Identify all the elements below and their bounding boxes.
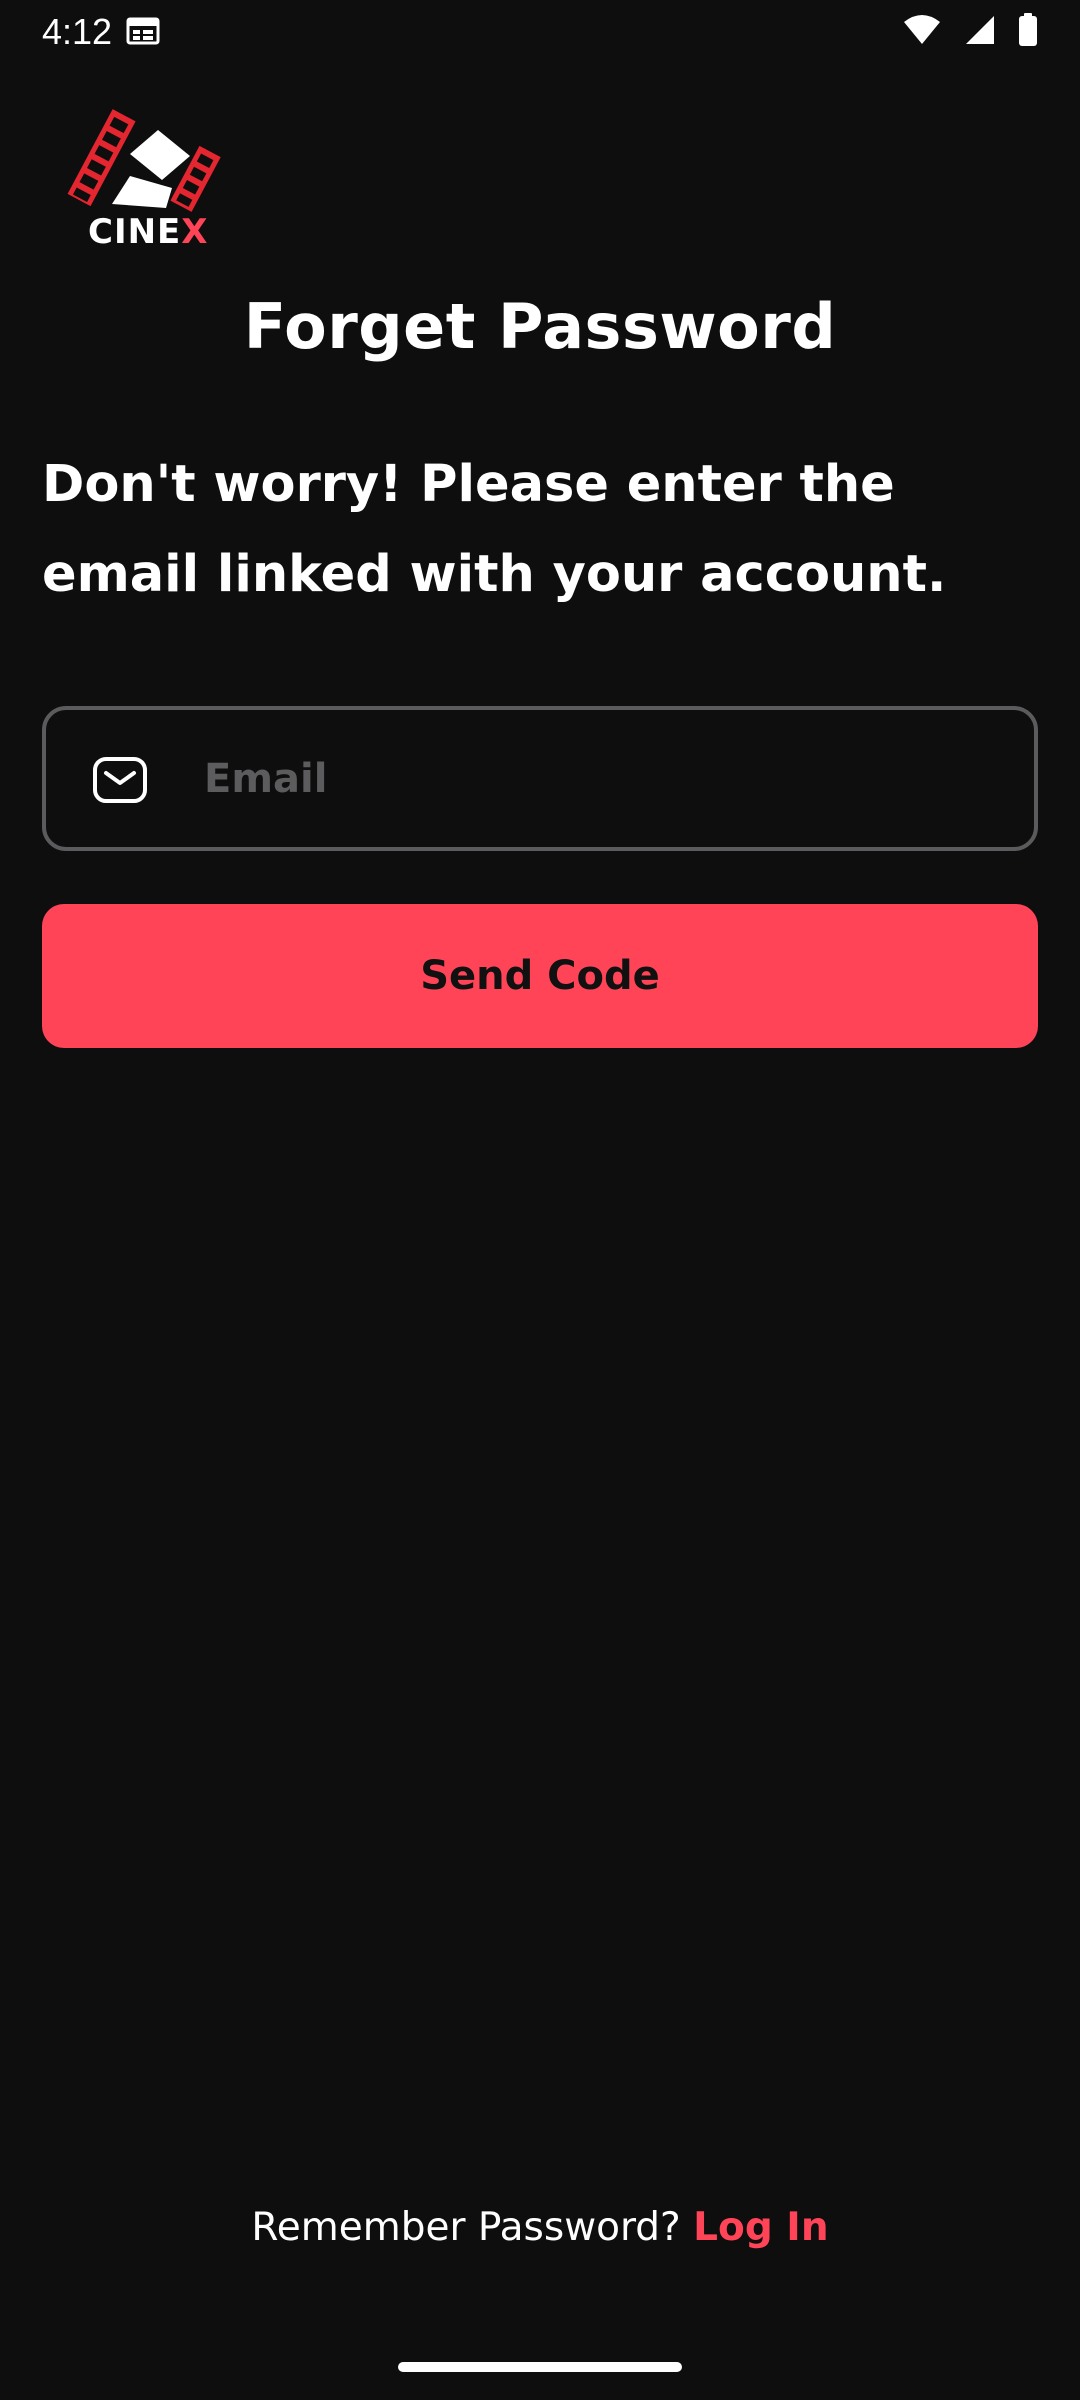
login-link[interactable]: Log In bbox=[693, 2205, 828, 2250]
instructions-text: Don't worry! Please enter the email link… bbox=[42, 440, 1022, 620]
instructions-line-2: email linked with your account. bbox=[42, 545, 947, 604]
home-indicator[interactable] bbox=[398, 2362, 682, 2372]
wifi-icon bbox=[902, 14, 942, 50]
page-title: Forget Password bbox=[243, 290, 837, 363]
mail-icon bbox=[92, 751, 148, 807]
email-input[interactable] bbox=[204, 710, 1034, 847]
status-right bbox=[902, 13, 1038, 51]
email-field[interactable] bbox=[42, 706, 1038, 851]
status-time: 4:12 bbox=[42, 11, 113, 52]
status-bar: 4:12 bbox=[0, 0, 1080, 64]
send-code-button[interactable]: Send Code bbox=[42, 904, 1038, 1048]
cinex-logo: CINEX bbox=[66, 108, 226, 254]
instructions-line-1: Don't worry! Please enter the bbox=[42, 455, 895, 514]
logo-wordmark: CINEX bbox=[88, 212, 209, 252]
forget-password-screen: 4:12 CINEX Forget Password Don't worry! … bbox=[0, 0, 1080, 2400]
cellular-signal-icon bbox=[964, 14, 996, 50]
battery-icon bbox=[1018, 13, 1038, 51]
film-reel-logo-icon bbox=[67, 109, 221, 212]
login-prompt: Remember Password? Log In bbox=[0, 2205, 1080, 2250]
status-left: 4:12 bbox=[42, 11, 160, 53]
remember-password-text: Remember Password? bbox=[251, 2205, 681, 2250]
calendar-icon bbox=[126, 15, 160, 49]
